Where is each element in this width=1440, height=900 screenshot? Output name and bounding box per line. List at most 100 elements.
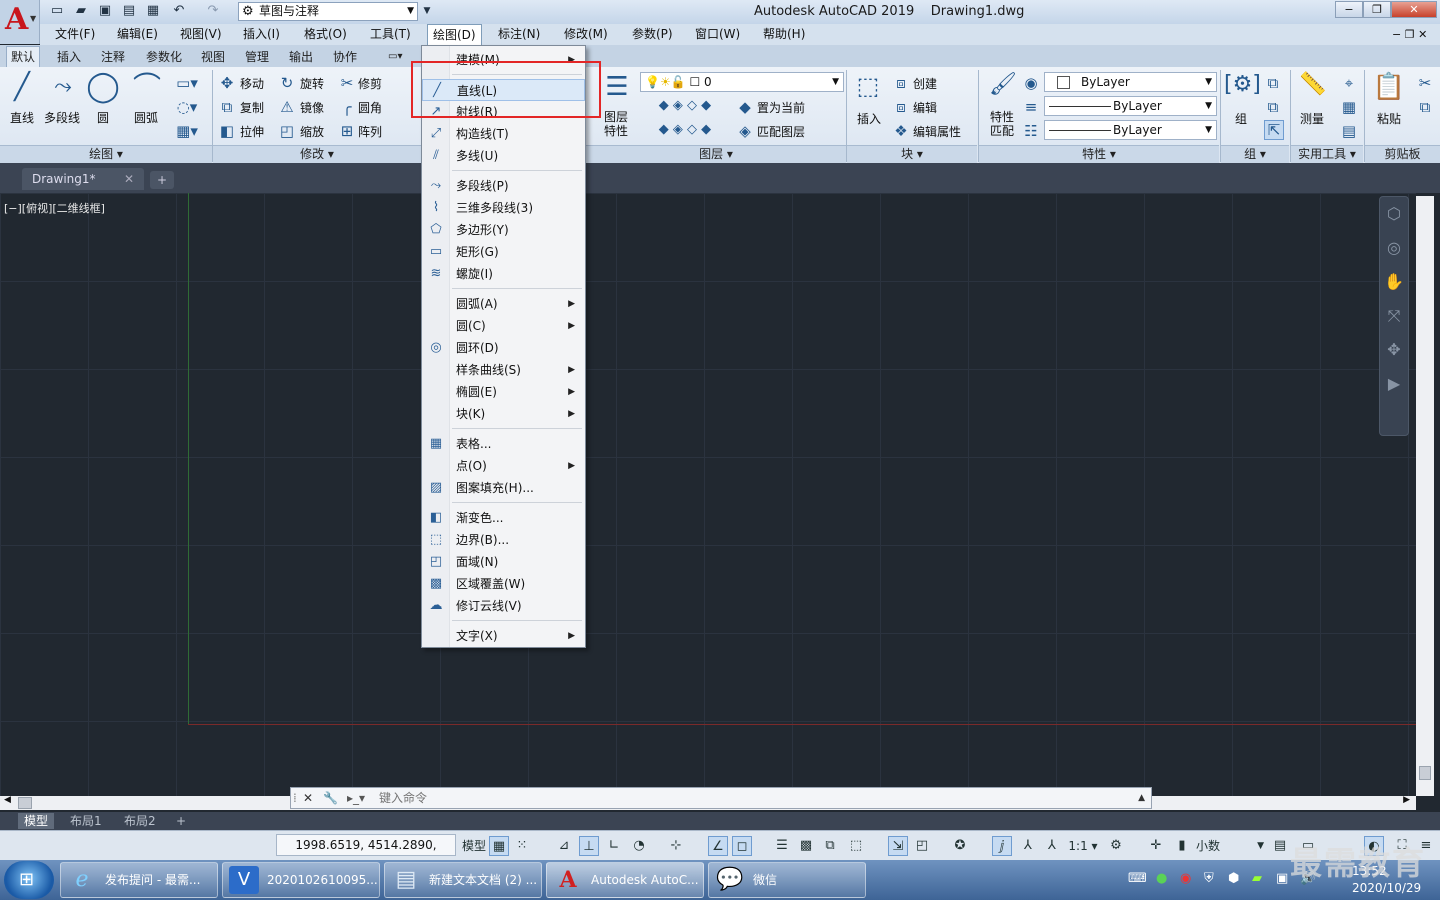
command-line[interactable]: ⁞ ✕ 🔧 ▸_▾ ▲ bbox=[290, 787, 1152, 809]
draw-menu-item[interactable]: 圆(C) ▶ bbox=[422, 315, 585, 337]
draw-menu-item[interactable]: ⬠ 多边形(Y) bbox=[422, 219, 585, 241]
menu-draw[interactable]: 绘图(D) bbox=[427, 24, 482, 46]
scale-select[interactable]: 1:1 ▾ bbox=[1066, 836, 1100, 856]
set-current-icon[interactable]: ◆ bbox=[736, 98, 754, 116]
nvidia-icon[interactable]: ▰ bbox=[1252, 871, 1262, 886]
draw-menu-item[interactable]: ▭ 矩形(G) bbox=[422, 241, 585, 263]
redo-icon[interactable]: ↷ bbox=[204, 3, 222, 19]
draw-menu-item[interactable]: ⤢ 构造线(T) bbox=[422, 123, 585, 145]
draw-menu-item[interactable]: 样条曲线(S) ▶ bbox=[422, 359, 585, 381]
close-button[interactable]: ✕ bbox=[1391, 1, 1437, 18]
group-icon[interactable]: [⚙] bbox=[1224, 72, 1261, 108]
draw-menu-item[interactable]: ◎ 圆环(D) bbox=[422, 337, 585, 359]
save-as-icon[interactable]: ▤ bbox=[120, 3, 138, 19]
fillet-icon[interactable]: ╭ bbox=[338, 98, 356, 116]
wrench-icon[interactable]: 🔧 bbox=[323, 788, 338, 808]
transparency-icon[interactable]: ☰ bbox=[772, 836, 792, 856]
tab-manage[interactable]: 管理 bbox=[245, 47, 269, 67]
menu-window[interactable]: 窗口(W) bbox=[695, 24, 740, 45]
mirror-icon[interactable]: ⚠ bbox=[278, 98, 296, 116]
menu-insert[interactable]: 插入(I) bbox=[243, 24, 280, 45]
draw-menu-item[interactable]: ⬚ 边界(B)... bbox=[422, 529, 585, 551]
color-wheel-icon[interactable]: ◉ bbox=[1022, 74, 1040, 92]
insert-block-label[interactable]: 插入 bbox=[857, 110, 881, 127]
maximize-button[interactable]: ❐ bbox=[1363, 1, 1391, 18]
menu-dimension[interactable]: 标注(N) bbox=[498, 24, 540, 45]
qat-dropdown-icon[interactable]: ▼ bbox=[420, 3, 434, 19]
group-edit-icon[interactable]: ⧉ bbox=[1264, 98, 1282, 116]
copy-label[interactable]: 复制 bbox=[240, 99, 264, 116]
lineweight-select[interactable]: ByLayer ▼ bbox=[1044, 120, 1217, 140]
draw-menu-item[interactable]: ◧ 渐变色... bbox=[422, 507, 585, 529]
draw-menu-item[interactable]: ⌇ 三维多段线(3) bbox=[422, 197, 585, 219]
match-layer-label[interactable]: 匹配图层 bbox=[757, 123, 805, 140]
array-label[interactable]: 阵列 bbox=[358, 123, 382, 140]
new-tab-button[interactable]: + bbox=[150, 171, 174, 189]
groups-panel-title[interactable]: 组 ▾ bbox=[1221, 145, 1289, 163]
crosshair-icon[interactable]: ✛ bbox=[1146, 836, 1166, 856]
model-space-button[interactable]: 模型 bbox=[460, 836, 488, 856]
undo-icon[interactable]: ↶ bbox=[170, 3, 188, 19]
quick-select-icon[interactable]: ▦ bbox=[1340, 98, 1358, 116]
fillet-label[interactable]: 圆角 bbox=[358, 99, 382, 116]
measure-icon[interactable]: 📏 bbox=[1296, 72, 1330, 108]
create-block-icon[interactable]: ⧈ bbox=[892, 74, 910, 92]
tab-view[interactable]: 视图 bbox=[201, 47, 225, 67]
stretch-label[interactable]: 拉伸 bbox=[240, 123, 264, 140]
units-select[interactable]: 小数 ▼ bbox=[1196, 836, 1266, 856]
circle-tool-label[interactable]: 圆 bbox=[97, 109, 109, 126]
stretch-icon[interactable]: ◧ bbox=[218, 122, 236, 140]
taskbar-item-notepad[interactable]: ▤ 新建文本文档 (2) ... bbox=[384, 862, 542, 898]
menu-view[interactable]: 视图(V) bbox=[180, 24, 222, 45]
trim-label[interactable]: 修剪 bbox=[358, 75, 382, 92]
match-properties-label[interactable]: 特性 匹配 bbox=[990, 110, 1014, 138]
keyboard-icon[interactable]: ⌨ bbox=[1128, 871, 1147, 886]
create-block-label[interactable]: 创建 bbox=[913, 75, 937, 92]
line-tool-icon[interactable]: ╱ bbox=[6, 72, 38, 106]
osnap-tracking-icon[interactable]: ⊹ bbox=[666, 836, 686, 856]
draw-menu-item[interactable]: ▦ 表格... bbox=[422, 433, 585, 455]
draw-menu-item[interactable]: ▩ 区域覆盖(W) bbox=[422, 573, 585, 595]
add-layout-button[interactable]: + bbox=[170, 813, 192, 829]
cut-icon[interactable]: ✂ bbox=[1416, 74, 1434, 92]
taskbar-item-visio[interactable]: V 2020102610095... bbox=[222, 862, 380, 898]
annotation-icon-2[interactable]: ⅄ bbox=[1018, 836, 1038, 856]
layer-tools-row2-icons[interactable]: ◆ ◈ ◇ ◆ bbox=[640, 122, 730, 137]
cube-tray-icon[interactable]: ⬢ bbox=[1228, 871, 1239, 886]
doc-window-controls[interactable]: − ❐ ✕ bbox=[1392, 24, 1427, 45]
move-label[interactable]: 移动 bbox=[240, 75, 264, 92]
application-menu-button[interactable]: A ▼ bbox=[0, 0, 40, 44]
ortho-icon[interactable]: ⊥ bbox=[579, 836, 599, 856]
annotation-scale-icon[interactable]: ⅉ bbox=[992, 836, 1012, 856]
tab-parametric[interactable]: 参数化 bbox=[146, 47, 182, 67]
scale-label[interactable]: 缩放 bbox=[300, 123, 324, 140]
set-current-label[interactable]: 置为当前 bbox=[757, 99, 805, 116]
scale-icon[interactable]: ◰ bbox=[278, 122, 296, 140]
block-panel-title[interactable]: 块 ▾ bbox=[847, 145, 977, 163]
3d-osnap-icon[interactable]: ⧉ bbox=[820, 836, 840, 856]
draw-menu-item[interactable]: ≋ 螺旋(I) bbox=[422, 263, 585, 285]
rectangle-tool-icon[interactable]: ▭▾ bbox=[172, 74, 202, 92]
draw-menu-item[interactable]: ◰ 面域(N) bbox=[422, 551, 585, 573]
tab-output[interactable]: 输出 bbox=[289, 47, 313, 67]
move-icon[interactable]: ✥ bbox=[218, 74, 236, 92]
osnap-icon[interactable]: ◻ bbox=[732, 836, 752, 856]
wechat-tray-icon[interactable]: ● bbox=[1156, 871, 1167, 886]
annotation-visibility-icon[interactable]: ⇲ bbox=[888, 836, 908, 856]
lineweight-toggle-icon[interactable]: ∠ bbox=[708, 836, 728, 856]
arc-tool-icon[interactable]: ⌒ bbox=[130, 70, 164, 106]
navigation-bar[interactable]: ⬡ ◎ ✋ ⤧ ✥ ▶ bbox=[1379, 196, 1409, 436]
open-icon[interactable]: ▰ bbox=[72, 3, 90, 19]
calculator-icon[interactable]: ▤ bbox=[1340, 122, 1358, 140]
copy-clip-icon[interactable]: ⧉ bbox=[1416, 98, 1434, 116]
menu-modify[interactable]: 修改(M) bbox=[564, 24, 608, 45]
circle-tool-icon[interactable]: ◯ bbox=[86, 70, 120, 106]
selection-cycling-icon[interactable]: ▩ bbox=[796, 836, 816, 856]
draw-menu-item[interactable]: ▨ 图案填充(H)... bbox=[422, 477, 585, 499]
document-tab[interactable]: Drawing1* ✕ bbox=[22, 168, 144, 190]
infer-icon[interactable]: ⊿ bbox=[554, 836, 574, 856]
polyline-tool-icon[interactable]: ⤳ bbox=[46, 72, 80, 106]
print-icon[interactable]: ▦ bbox=[144, 3, 162, 19]
mirror-label[interactable]: 镜像 bbox=[300, 99, 324, 116]
ungroup-icon[interactable]: ⧉ bbox=[1264, 74, 1282, 92]
